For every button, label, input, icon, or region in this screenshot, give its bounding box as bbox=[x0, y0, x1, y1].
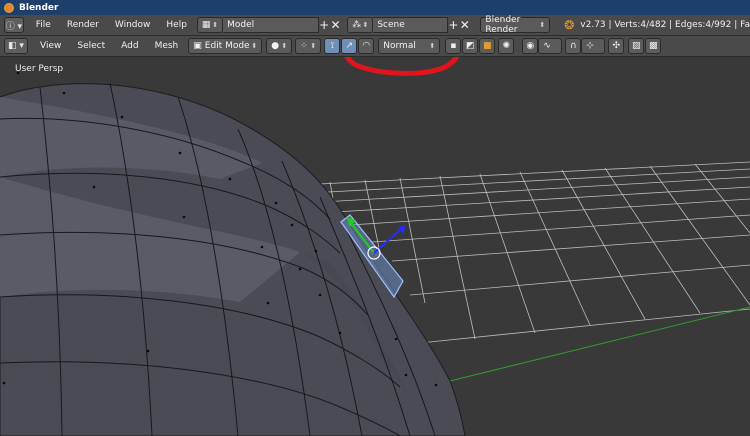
render-icon[interactable]: ▨ bbox=[628, 38, 645, 54]
render-engine-dropdown[interactable]: Blender Render ⬍ bbox=[480, 15, 551, 35]
snap-element-dropdown[interactable]: ⊹ bbox=[581, 38, 606, 54]
manipulator-translate-icon[interactable]: ↗ bbox=[341, 38, 358, 54]
scene-stats: v2.73 | Verts:4/482 | Edges:4/992 | Fa bbox=[580, 20, 750, 30]
snap-icon[interactable]: ∩ bbox=[565, 38, 582, 54]
blender-logo-icon: ❂ bbox=[564, 18, 575, 32]
transform-orientation-value: Normal bbox=[383, 41, 416, 51]
manipulator-toggle-icon[interactable]: ⟟ bbox=[324, 38, 341, 54]
blender-logo-icon bbox=[4, 2, 14, 13]
occlude-icon[interactable]: ✺ bbox=[498, 38, 515, 54]
info-editor-icon[interactable]: ⓘ ▾ bbox=[4, 17, 24, 33]
screen-layout-icon: ▦ bbox=[201, 20, 211, 30]
menu-window[interactable]: Window bbox=[107, 20, 159, 30]
transform-orientation-dropdown[interactable]: Normal ⬍ bbox=[378, 38, 441, 54]
menu-render[interactable]: Render bbox=[59, 20, 107, 30]
menu-add[interactable]: Add bbox=[113, 41, 146, 51]
scene-field[interactable]: Scene bbox=[373, 17, 448, 33]
menu-select[interactable]: Select bbox=[69, 41, 113, 51]
edit-mode-icon: ▣ bbox=[193, 41, 202, 51]
view3d-editor-icon[interactable]: ◧ ▾ bbox=[4, 38, 28, 54]
3d-viewport[interactable]: User Persp bbox=[0, 57, 750, 436]
add-icon[interactable]: + bbox=[319, 18, 330, 32]
view3d-header: ◧ ▾ View Select Add Mesh ▣ Edit Mode ⬍ ● ⬍… bbox=[0, 36, 750, 57]
menu-mesh[interactable]: Mesh bbox=[147, 41, 187, 51]
close-icon[interactable]: ✕ bbox=[330, 18, 341, 32]
pivot-icon: ⁘ bbox=[300, 41, 308, 51]
viewport-canvas[interactable] bbox=[0, 57, 750, 436]
falloff-icon: ∿ bbox=[543, 41, 551, 51]
snap-target-icon[interactable]: ✣ bbox=[608, 38, 625, 54]
render-engine-value: Blender Render bbox=[485, 15, 521, 35]
mode-dropdown[interactable]: ▣ Edit Mode ⬍ bbox=[188, 38, 263, 54]
menu-help[interactable]: Help bbox=[158, 20, 195, 30]
screen-layout-name: Model bbox=[227, 20, 255, 30]
vertex-select-icon[interactable]: ▪ bbox=[445, 38, 462, 54]
menu-file[interactable]: File bbox=[28, 20, 59, 30]
manipulator-rotate-icon[interactable]: ◠ bbox=[358, 38, 375, 54]
info-header: ⓘ ▾ File Render Window Help ▦ ⬍ Model + ✕… bbox=[0, 15, 750, 36]
menu-view[interactable]: View bbox=[32, 41, 69, 51]
scene-icon: ⁂ bbox=[352, 20, 362, 30]
mode-value: Edit Mode bbox=[204, 41, 250, 51]
face-select-icon[interactable]: ■ bbox=[479, 38, 496, 54]
add-icon[interactable]: + bbox=[448, 18, 459, 32]
screen-layout-dropdown[interactable]: ▦ ⬍ bbox=[196, 17, 224, 33]
scene-dropdown[interactable]: ⁂ ⬍ bbox=[347, 17, 374, 33]
scene-name: Scene bbox=[377, 20, 405, 30]
pivot-dropdown[interactable]: ⁘ ⬍ bbox=[295, 38, 322, 54]
proportional-icon[interactable]: ◉ bbox=[522, 38, 539, 54]
camera-icon[interactable]: ▩ bbox=[645, 38, 662, 54]
proportional-falloff-dropdown[interactable]: ∿ bbox=[538, 38, 563, 54]
close-icon[interactable]: ✕ bbox=[459, 18, 470, 32]
window-title: Blender bbox=[19, 2, 59, 13]
window-titlebar: Blender bbox=[0, 0, 750, 15]
viewport-perspective-label: User Persp bbox=[15, 64, 64, 74]
edge-select-icon[interactable]: ◩ bbox=[462, 38, 479, 54]
screen-layout-field[interactable]: Model bbox=[223, 17, 319, 33]
shading-solid-icon: ● bbox=[271, 41, 280, 51]
snap-element-icon: ⊹ bbox=[586, 41, 594, 51]
viewport-shading-dropdown[interactable]: ● ⬍ bbox=[266, 38, 293, 54]
